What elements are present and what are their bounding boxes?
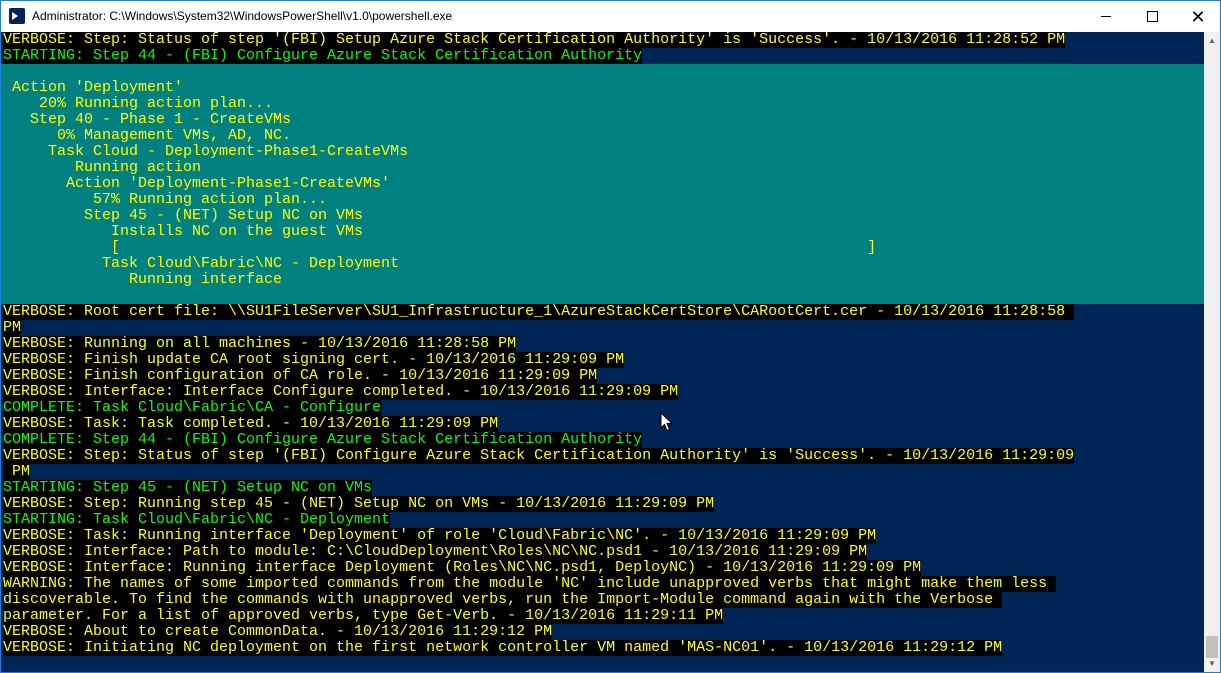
console-line: VERBOSE: Step: Status of step '(FBI) Con… [3,448,1075,464]
progress-line: Action 'Deployment' [3,80,1204,96]
progress-line: Action 'Deployment-Phase1-CreateVMs' [3,176,1204,192]
scroll-up-icon[interactable]: ▲ [1204,32,1220,49]
maximize-icon [1146,11,1158,22]
console-line: VERBOSE: About to create CommonData. - 1… [3,624,553,640]
console-line: VERBOSE: Interface: Interface Configure … [3,384,679,400]
scroll-down-icon[interactable]: ▼ [1204,655,1220,672]
console-line: VERBOSE: Root cert file: \\SU1FileServer… [3,304,1075,320]
progress-line: Step 45 - (NET) Setup NC on VMs [3,208,1204,224]
minimize-icon [1101,16,1111,17]
console-lines: VERBOSE: Step: Status of step '(FBI) Set… [1,32,1204,672]
close-button[interactable]: ✕ [1175,1,1221,32]
console-line: VERBOSE: Task: Running interface 'Deploy… [3,528,877,544]
window-title: Administrator: C:\Windows\System32\Windo… [32,9,453,23]
vertical-scrollbar[interactable]: ▲ ▼ [1204,32,1220,672]
powershell-icon [9,8,25,24]
console-line: VERBOSE: Initiating NC deployment on the… [3,640,1003,656]
console-line: WARNING: The names of some imported comm… [3,576,1057,592]
console-line: STARTING: Task Cloud\Fabric\NC - Deploym… [3,512,391,528]
console-line: PM [3,320,22,336]
progress-line: Installs NC on the guest VMs [3,224,1204,240]
progress-line: Task Cloud\Fabric\NC - Deployment [3,256,1204,272]
progress-panel: Action 'Deployment' 20% Running action p… [1,64,1204,304]
title-bar[interactable]: Administrator: C:\Windows\System32\Windo… [1,1,1220,32]
progress-line: [ ] [3,240,1204,256]
console-line: COMPLETE: Task Cloud\Fabric\CA - Configu… [3,400,382,416]
progress-line: Running interface [3,272,1204,288]
progress-line [3,64,1204,80]
console-line: STARTING: Step 44 - (FBI) Configure Azur… [3,48,643,64]
console-line: VERBOSE: Interface: Running interface De… [3,560,922,576]
console-line: VERBOSE: Step: Running step 45 - (NET) S… [3,496,715,512]
progress-line: Step 40 - Phase 1 - CreateVMs [3,112,1204,128]
console-line: COMPLETE: Step 44 - (FBI) Configure Azur… [3,432,643,448]
progress-line: Task Cloud - Deployment-Phase1-CreateVMs [3,144,1204,160]
progress-line: 57% Running action plan... [3,192,1204,208]
progress-line: 0% Management VMs, AD, NC. [3,128,1204,144]
progress-line [3,288,1204,304]
progress-line: Running action [3,160,1204,176]
minimize-button[interactable] [1083,1,1129,32]
console-line: VERBOSE: Interface: Path to module: C:\C… [3,544,868,560]
console-line: VERBOSE: Running on all machines - 10/13… [3,336,517,352]
log-lines: VERBOSE: Root cert file: \\SU1FileServer… [3,304,1204,672]
console-line: PM [3,464,31,480]
console-line: STARTING: Step 45 - (NET) Setup NC on VM… [3,480,373,496]
mouse-pointer-icon [660,412,674,432]
console-line: VERBOSE: Finish update CA root signing c… [3,352,625,368]
close-icon: ✕ [1190,6,1206,27]
console-line: parameter. For a list of approved verbs,… [3,608,724,624]
progress-line: 20% Running action plan... [3,96,1204,112]
console-line: VERBOSE: Finish configuration of CA role… [3,368,598,384]
console-line: VERBOSE: Task: Task completed. - 10/13/2… [3,416,499,432]
console-line: discoverable. To find the commands with … [3,592,1003,608]
maximize-button[interactable] [1129,1,1175,32]
console-output[interactable]: VERBOSE: Step: Status of step '(FBI) Set… [1,32,1204,672]
powershell-window: Administrator: C:\Windows\System32\Windo… [0,0,1221,673]
console-line: VERBOSE: Step: Status of step '(FBI) Set… [3,32,1066,48]
